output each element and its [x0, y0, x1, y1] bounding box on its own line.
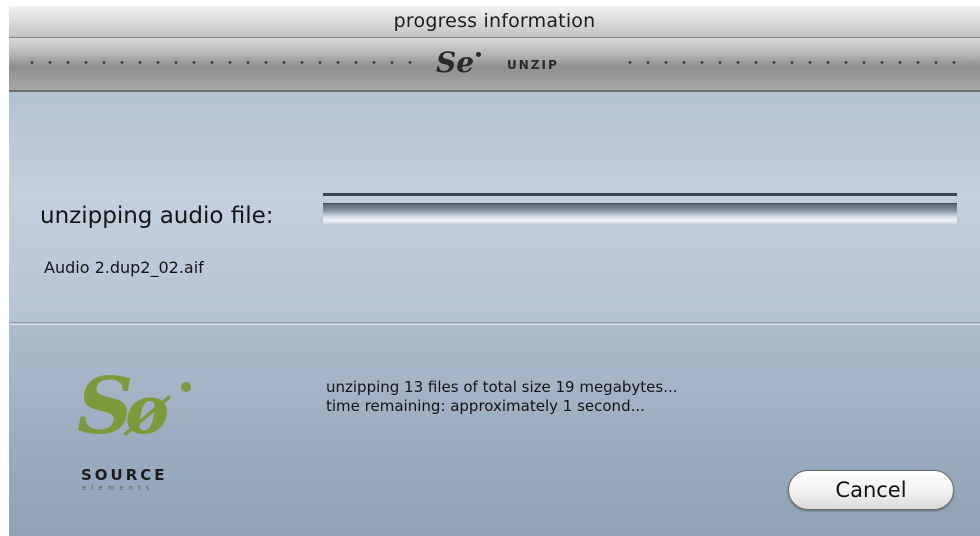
progress-bar-track	[323, 203, 957, 226]
source-elements-logo-icon: Se	[436, 46, 475, 79]
svg-text:ø: ø	[123, 371, 171, 443]
files-summary: unzipping 13 files of total size 19 mega…	[326, 378, 678, 396]
progress-bar	[323, 193, 957, 229]
source-elements-large-logo-icon: S ø	[77, 363, 191, 443]
logo-dot-icon	[476, 52, 481, 57]
time-remaining: time remaining: approximately 1 second..…	[326, 397, 645, 415]
window-title: progress information	[393, 10, 596, 32]
toolbar-banner: Se UNZIP	[9, 38, 980, 92]
title-bar[interactable]: progress information	[9, 6, 980, 38]
status-label: unzipping audio file:	[40, 203, 274, 229]
app-label: UNZIP	[507, 58, 559, 72]
brand-name: SOURCE	[81, 466, 168, 484]
brand-tagline: elements	[82, 484, 155, 492]
decorative-dots-right	[621, 61, 971, 64]
decorative-dots-left	[23, 61, 413, 64]
progress-bar-rule	[323, 193, 957, 196]
progress-window: progress information Se UNZIP unzipping …	[9, 6, 980, 536]
current-filename: Audio 2.dup2_02.aif	[44, 258, 204, 277]
cancel-button[interactable]: Cancel	[788, 470, 954, 510]
